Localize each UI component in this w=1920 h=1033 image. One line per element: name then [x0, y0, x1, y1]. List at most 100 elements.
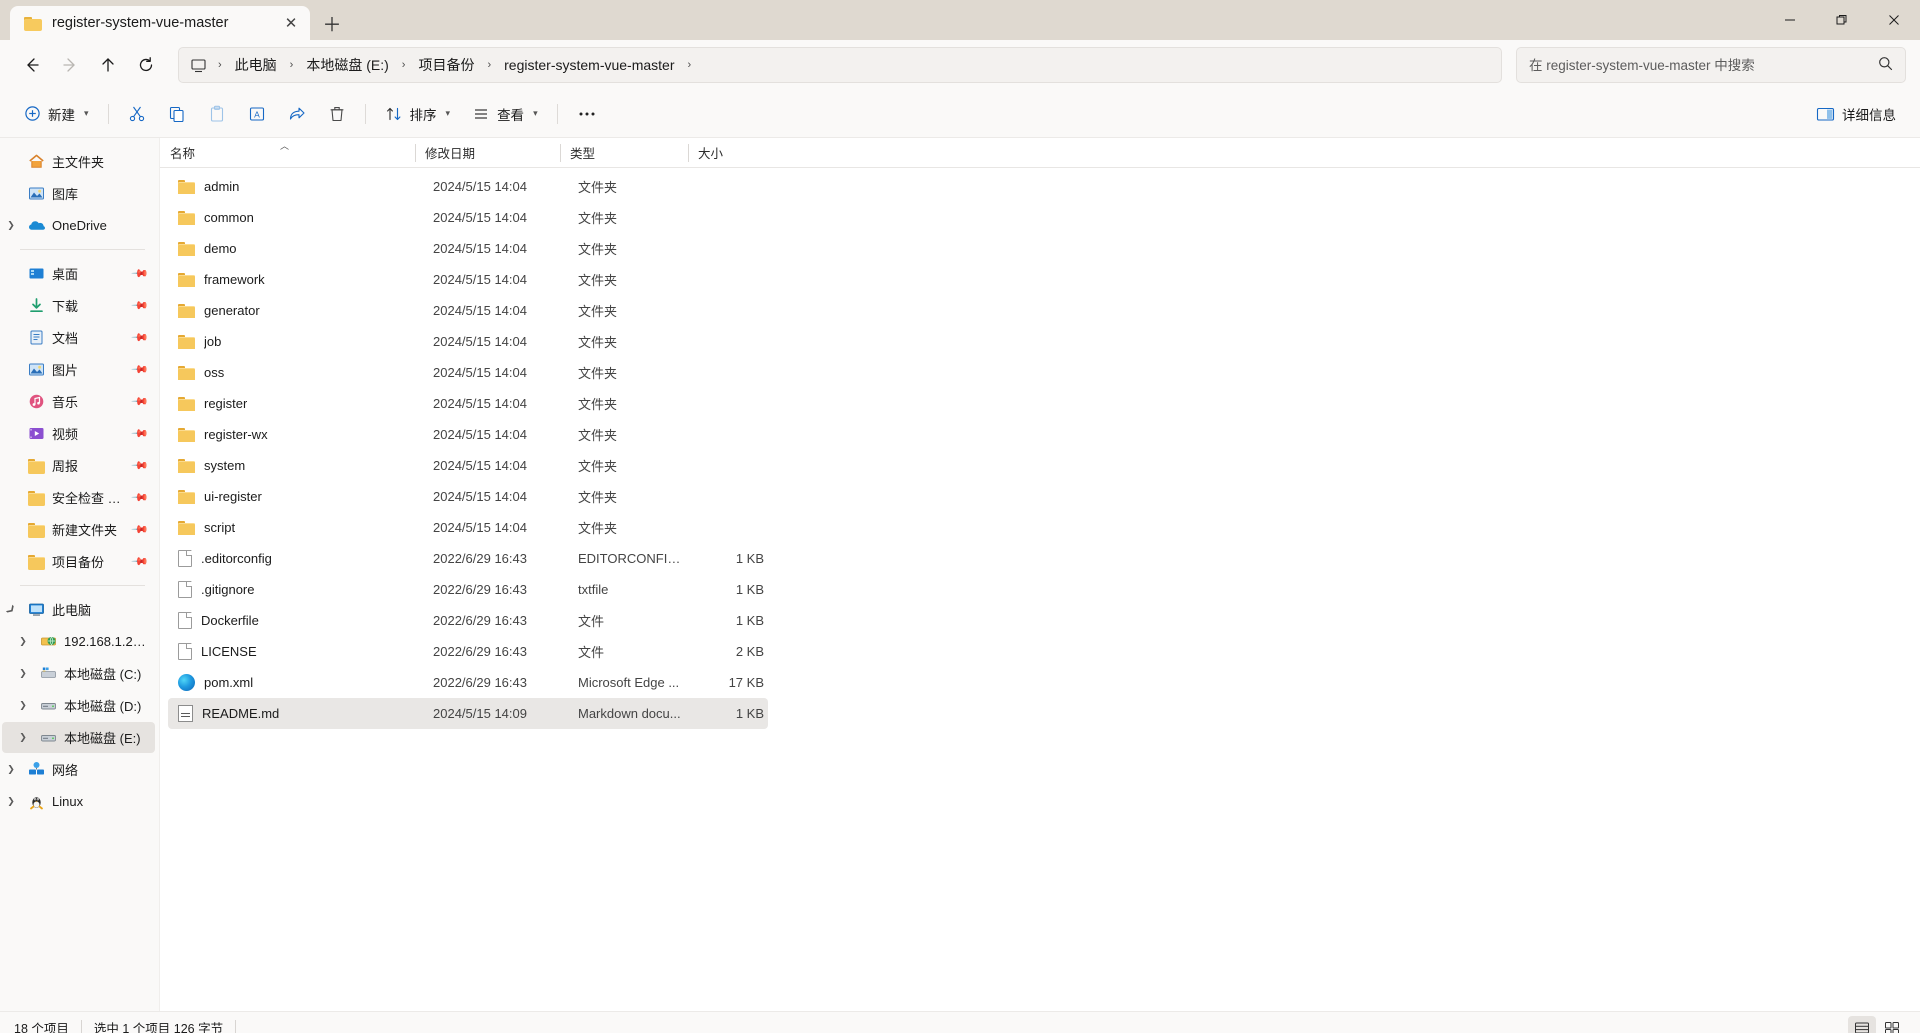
- chevron-right-icon[interactable]: ❯: [14, 637, 32, 646]
- sidebar-item-network-drive[interactable]: ❯ 192.168.1.234: [2, 626, 155, 657]
- column-header-date[interactable]: 修改日期: [415, 138, 560, 168]
- chevron-down-icon[interactable]: ❯: [1, 600, 20, 619]
- sidebar-item-drive-c[interactable]: ❯ 本地磁盘 (C:): [2, 658, 155, 689]
- sidebar-label: 本地磁盘 (E:): [64, 731, 141, 746]
- details-pane-button[interactable]: 详细信息: [1806, 97, 1906, 131]
- search-box[interactable]: [1516, 47, 1906, 83]
- this-pc-icon: [27, 601, 45, 619]
- paste-button[interactable]: [198, 97, 236, 131]
- ellipsis-icon: [577, 105, 597, 123]
- more-options-button[interactable]: [567, 97, 607, 131]
- close-button[interactable]: [1868, 0, 1920, 40]
- pin-icon: 📌: [130, 360, 149, 379]
- breadcrumb-separator: ›: [687, 59, 692, 71]
- column-header-name[interactable]: 名称 ︿: [160, 138, 415, 168]
- back-button[interactable]: [14, 47, 50, 83]
- breadcrumb-item-1[interactable]: 本地磁盘 (E:): [299, 51, 395, 79]
- sidebar-item-project-backup[interactable]: 项目备份 📌: [2, 546, 155, 577]
- sidebar-item-pictures[interactable]: 图片 📌: [2, 354, 155, 385]
- new-button[interactable]: 新建 ▾: [14, 97, 99, 131]
- sidebar-item-desktop[interactable]: 桌面 📌: [2, 258, 155, 289]
- this-pc-icon[interactable]: [189, 56, 208, 75]
- sidebar-item-linux[interactable]: ❯ Linux: [2, 786, 155, 817]
- table-row[interactable]: admin 2024/5/15 14:04 文件夹: [168, 171, 768, 202]
- table-row[interactable]: LICENSE 2022/6/29 16:43 文件 2 KB: [168, 636, 768, 667]
- table-row[interactable]: README.md 2024/5/15 14:09 Markdown docu...…: [168, 698, 768, 729]
- table-row[interactable]: register 2024/5/15 14:04 文件夹: [168, 388, 768, 419]
- navigation-pane[interactable]: 主文件夹 图库 ❯ OneDrive 桌面 📌 下载 📌 文档 📌 图片 📌 音…: [0, 138, 160, 1011]
- table-row[interactable]: oss 2024/5/15 14:04 文件夹: [168, 357, 768, 388]
- table-row[interactable]: pom.xml 2022/6/29 16:43 Microsoft Edge ...…: [168, 667, 768, 698]
- chevron-right-icon[interactable]: ❯: [2, 797, 20, 806]
- sidebar-item-new-folder[interactable]: 新建文件夹 📌: [2, 514, 155, 545]
- file-type-cell: 文件: [578, 645, 605, 660]
- minimize-button[interactable]: [1764, 0, 1816, 40]
- details-view-button[interactable]: [1848, 1015, 1876, 1033]
- sidebar-item-network[interactable]: ❯ 网络: [2, 754, 155, 785]
- folder-icon: [178, 489, 195, 504]
- view-button[interactable]: 查看 ▾: [462, 97, 548, 131]
- new-tab-button[interactable]: ＋: [316, 7, 348, 39]
- sidebar-label: 主文件夹: [52, 155, 105, 170]
- breadcrumb-item-2[interactable]: 项目备份: [411, 51, 481, 79]
- table-row[interactable]: job 2024/5/15 14:04 文件夹: [168, 326, 768, 357]
- table-row[interactable]: register-wx 2024/5/15 14:04 文件夹: [168, 419, 768, 450]
- rename-button[interactable]: A: [238, 97, 276, 131]
- chevron-right-icon[interactable]: ❯: [14, 701, 32, 710]
- file-name-label: job: [204, 334, 222, 349]
- sidebar-item-drive-e[interactable]: ❯ 本地磁盘 (E:): [2, 722, 155, 753]
- table-row[interactable]: common 2024/5/15 14:04 文件夹: [168, 202, 768, 233]
- table-row[interactable]: .gitignore 2022/6/29 16:43 txtfile 1 KB: [168, 574, 768, 605]
- sidebar-item-drive-d[interactable]: ❯ 本地磁盘 (D:): [2, 690, 155, 721]
- refresh-button[interactable]: [128, 47, 164, 83]
- sidebar-item-videos[interactable]: 视频 📌: [2, 418, 155, 449]
- linux-icon: [27, 793, 45, 811]
- chevron-right-icon[interactable]: ❯: [2, 765, 20, 774]
- sidebar-item-security-check[interactable]: 安全检查 删除无 📌: [2, 482, 155, 513]
- sidebar-item-gallery[interactable]: 图库: [2, 178, 155, 209]
- close-tab-icon[interactable]: ✕: [278, 10, 304, 36]
- file-name-label: admin: [204, 179, 240, 194]
- browser-tab[interactable]: register-system-vue-master ✕: [10, 6, 310, 40]
- breadcrumb[interactable]: › 此电脑 › 本地磁盘 (E:) › 项目备份 › register-syst…: [178, 47, 1502, 83]
- search-icon[interactable]: [1878, 56, 1893, 74]
- copy-button[interactable]: [158, 97, 196, 131]
- file-date-cell: 2024/5/15 14:04: [433, 303, 527, 318]
- maximize-button[interactable]: [1816, 0, 1868, 40]
- forward-button[interactable]: [52, 47, 88, 83]
- sidebar-item-home[interactable]: 主文件夹: [2, 146, 155, 177]
- chevron-right-icon[interactable]: ❯: [2, 221, 20, 230]
- table-row[interactable]: script 2024/5/15 14:04 文件夹: [168, 512, 768, 543]
- cut-button[interactable]: [118, 97, 156, 131]
- table-row[interactable]: system 2024/5/15 14:04 文件夹: [168, 450, 768, 481]
- table-row[interactable]: demo 2024/5/15 14:04 文件夹: [168, 233, 768, 264]
- view-button-label: 查看: [497, 107, 525, 123]
- file-list-pane[interactable]: 名称 ︿ 修改日期 类型 大小 admin 2024/5/15 14:04 文件夹 c…: [160, 138, 1920, 1011]
- chevron-right-icon[interactable]: ❯: [14, 669, 32, 678]
- table-row[interactable]: .editorconfig 2022/6/29 16:43 EDITORCONFIG…: [168, 543, 768, 574]
- table-row[interactable]: ui-register 2024/5/15 14:04 文件夹: [168, 481, 768, 512]
- delete-button[interactable]: [318, 97, 356, 131]
- column-header-type[interactable]: 类型: [560, 138, 688, 168]
- breadcrumb-item-0[interactable]: 此电脑: [228, 51, 284, 79]
- sort-button[interactable]: 排序 ▾: [375, 97, 461, 131]
- file-name-label: oss: [204, 365, 225, 380]
- sidebar-item-music[interactable]: 音乐 📌: [2, 386, 155, 417]
- column-header-size[interactable]: 大小: [688, 138, 766, 168]
- sidebar-item-downloads[interactable]: 下载 📌: [2, 290, 155, 321]
- sidebar-item-this-pc[interactable]: ❯ 此电脑: [2, 594, 155, 625]
- sidebar-item-weekly-report[interactable]: 周报 📌: [2, 450, 155, 481]
- sidebar-item-onedrive[interactable]: ❯ OneDrive: [2, 210, 155, 241]
- table-row[interactable]: generator 2024/5/15 14:04 文件夹: [168, 295, 768, 326]
- up-button[interactable]: [90, 47, 126, 83]
- table-row[interactable]: framework 2024/5/15 14:04 文件夹: [168, 264, 768, 295]
- sidebar-item-documents[interactable]: 文档 📌: [2, 322, 155, 353]
- table-row[interactable]: Dockerfile 2022/6/29 16:43 文件 1 KB: [168, 605, 768, 636]
- chevron-right-icon[interactable]: ❯: [14, 733, 32, 742]
- file-name-label: .gitignore: [201, 582, 255, 597]
- share-button[interactable]: [278, 97, 316, 131]
- breadcrumb-item-3[interactable]: register-system-vue-master: [497, 53, 681, 77]
- search-input[interactable]: [1529, 57, 1878, 73]
- toolbar-divider: [364, 103, 366, 124]
- large-icons-view-button[interactable]: [1878, 1016, 1906, 1033]
